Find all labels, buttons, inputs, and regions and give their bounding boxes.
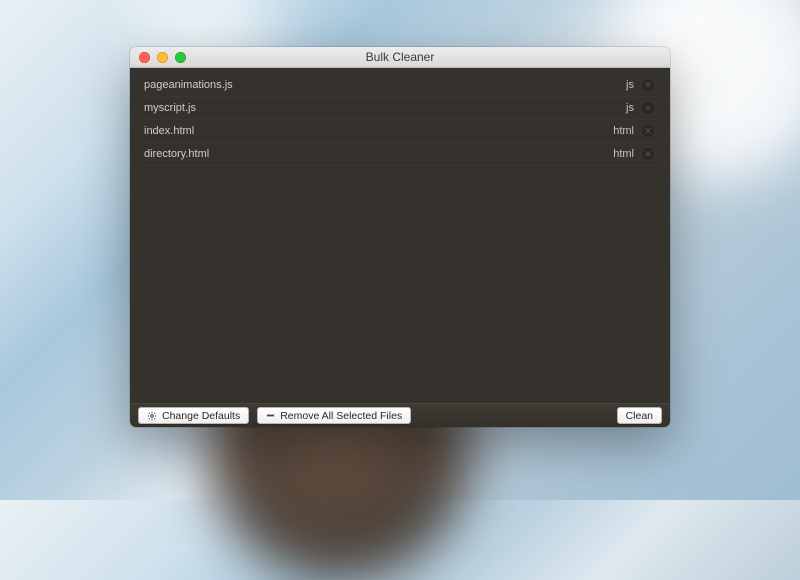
file-row[interactable]: directory.html html ✕ <box>142 143 658 166</box>
file-extension: js <box>626 79 634 91</box>
file-row[interactable]: pageanimations.js js ✕ <box>142 74 658 97</box>
file-row[interactable]: index.html html ✕ <box>142 120 658 143</box>
clean-button[interactable]: Clean <box>617 407 662 424</box>
minimize-icon[interactable] <box>157 52 168 63</box>
file-name: pageanimations.js <box>144 79 233 91</box>
file-extension: html <box>613 148 634 160</box>
bottom-toolbar: Change Defaults Remove All Selected File… <box>130 403 670 427</box>
remove-all-button[interactable]: Remove All Selected Files <box>257 407 411 424</box>
file-row[interactable]: myscript.js js ✕ <box>142 97 658 120</box>
titlebar[interactable]: Bulk Cleaner <box>130 47 670 68</box>
remove-file-icon[interactable]: ✕ <box>642 79 654 91</box>
zoom-icon[interactable] <box>175 52 186 63</box>
file-list: pageanimations.js js ✕ myscript.js js ✕ … <box>130 68 670 403</box>
button-label: Remove All Selected Files <box>280 410 402 422</box>
remove-file-icon[interactable]: ✕ <box>642 148 654 160</box>
remove-file-icon[interactable]: ✕ <box>642 102 654 114</box>
button-label: Clean <box>626 410 653 422</box>
traffic-lights <box>139 52 186 63</box>
remove-file-icon[interactable]: ✕ <box>642 125 654 137</box>
button-label: Change Defaults <box>162 410 240 422</box>
file-extension: html <box>613 125 634 137</box>
file-name: index.html <box>144 125 194 137</box>
close-icon[interactable] <box>139 52 150 63</box>
file-name: myscript.js <box>144 102 196 114</box>
minus-icon <box>266 411 275 420</box>
gear-icon <box>147 411 157 421</box>
app-window: Bulk Cleaner pageanimations.js js ✕ mysc… <box>130 47 670 427</box>
change-defaults-button[interactable]: Change Defaults <box>138 407 249 424</box>
file-name: directory.html <box>144 148 209 160</box>
file-extension: js <box>626 102 634 114</box>
window-title: Bulk Cleaner <box>130 50 670 64</box>
